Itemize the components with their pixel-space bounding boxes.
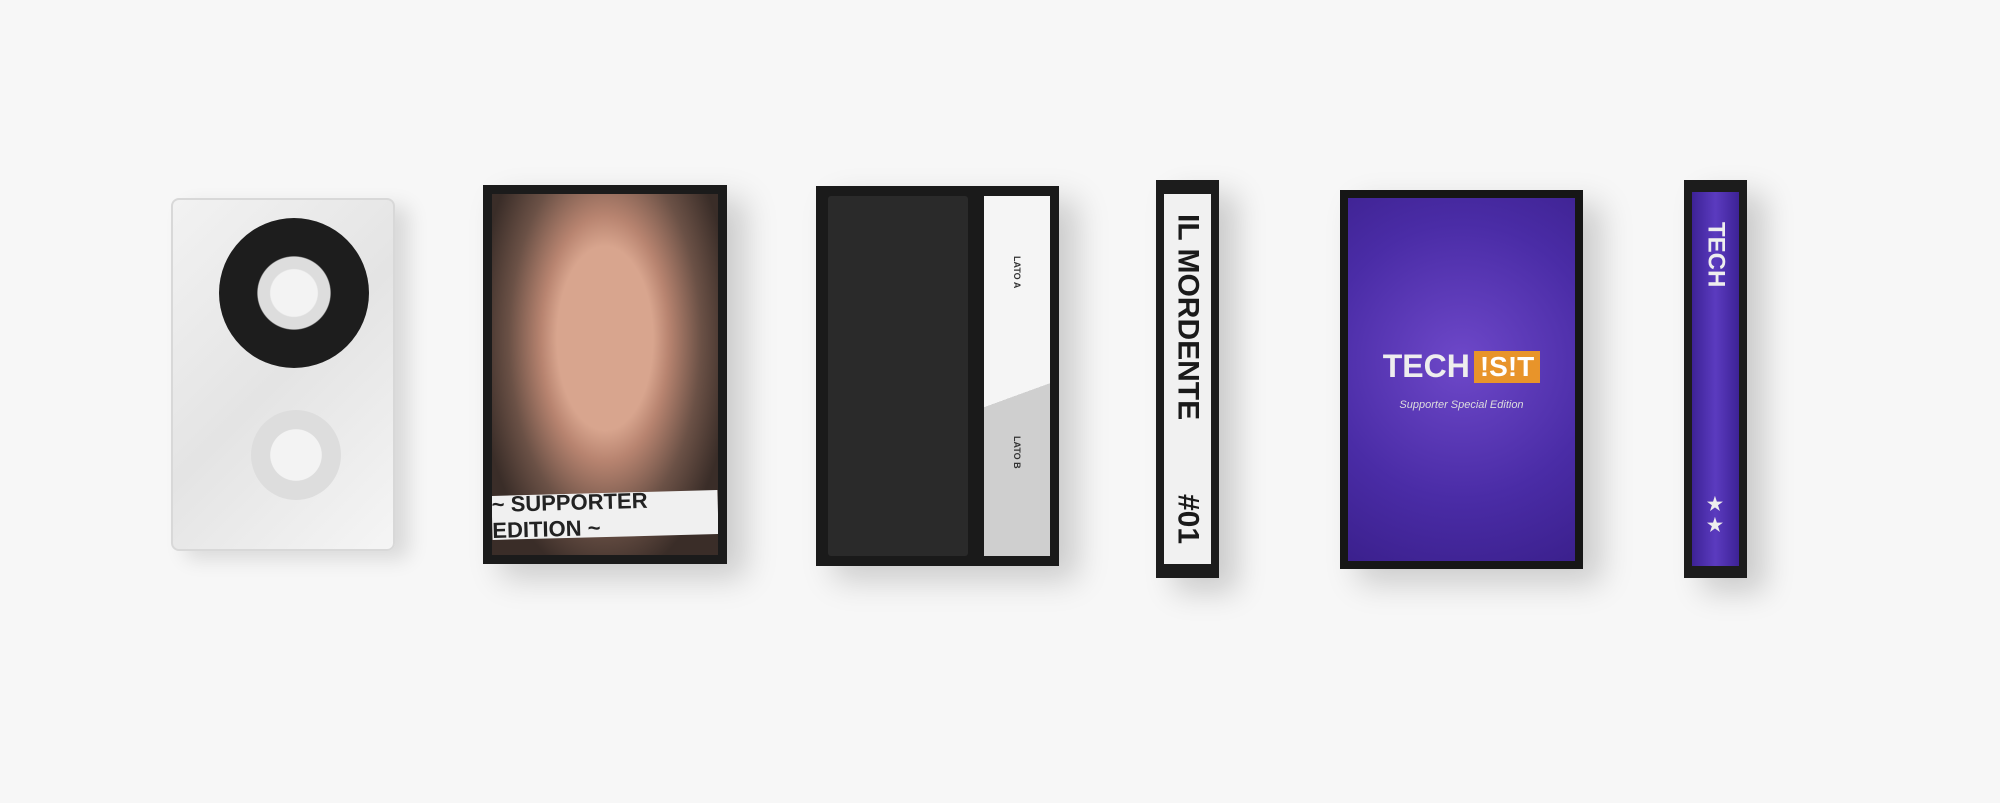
spine-label: TECH ★★ (1692, 192, 1739, 566)
open-case-with-jcard: LATO A LATO B (816, 186, 1059, 566)
supporter-edition-case: ~ SUPPORTER EDITION ~ (483, 185, 727, 564)
case-interior (828, 196, 968, 556)
side-b-label: LATO B (1012, 436, 1022, 469)
jcard-insert: LATO A LATO B (984, 196, 1050, 556)
spine-label: IL MORDENTE #01 (1164, 194, 1211, 564)
tech-is-it-case: TECH !S!T Supporter Special Edition (1340, 190, 1583, 569)
tape-reel-small (251, 410, 341, 500)
tape-reel-large (219, 218, 369, 368)
il-mordente-spine: IL MORDENTE #01 (1156, 180, 1219, 578)
tech-is-it-logo: TECH !S!T (1383, 348, 1541, 385)
tech-is-it-spine: TECH ★★ (1684, 180, 1747, 578)
cover-subtitle: Supporter Special Edition (1399, 399, 1524, 411)
side-a-label: LATO A (1012, 256, 1022, 289)
clear-cassette-tape (171, 198, 395, 551)
tech-cover: TECH !S!T Supporter Special Edition (1348, 198, 1575, 561)
cover-photo: ~ SUPPORTER EDITION ~ (492, 194, 718, 555)
spine-number: #01 (1171, 493, 1205, 544)
logo-tech: TECH (1382, 348, 1470, 384)
logo-is-it: !S!T (1473, 350, 1541, 383)
spine-title: IL MORDENTE (1171, 214, 1205, 421)
spine-title: TECH (1702, 222, 1730, 288)
star-icons: ★★ (1705, 494, 1726, 536)
supporter-banner: ~ SUPPORTER EDITION ~ (492, 488, 718, 543)
